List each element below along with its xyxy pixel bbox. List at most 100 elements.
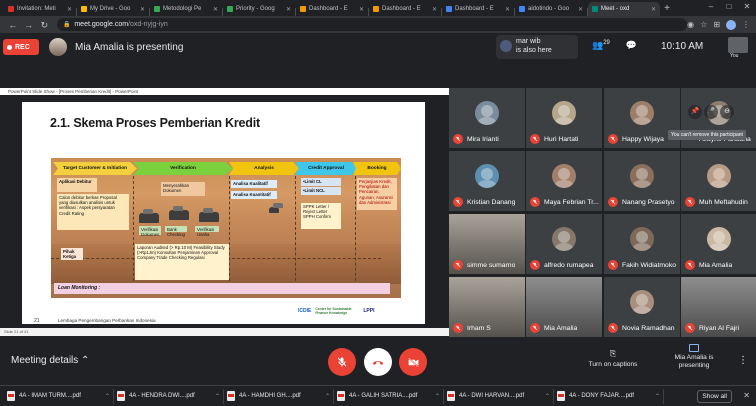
participant-tile[interactable]: Novia Ramadhan [604,277,680,337]
slideshow-status-bar: Slide 21 of 41 [0,328,449,336]
reload-icon[interactable]: ↻ [38,18,52,32]
participant-tile[interactable]: simme sumarno [449,214,525,274]
extensions-icon[interactable]: ⊞ [713,20,720,29]
camera-permission-icon[interactable]: ◉ [687,20,694,29]
browser-tab-strip: Invitation: Meti ✕ My Drive - Goo ✕ Metodolo… [0,0,756,16]
download-options-icon[interactable]: ⌃ [215,393,220,400]
truck-illustration [199,208,219,222]
participant-name: Mia Amalia [699,262,733,269]
download-item[interactable]: 4A - GALIH SATRIA....pdf ⌃ [334,388,444,404]
truck-illustration [269,203,283,213]
tab-close-icon[interactable]: ✕ [651,6,656,13]
participant-name: Huri Hartati [544,136,579,143]
diagram-column-line [355,176,356,286]
leave-call-button[interactable] [364,348,392,376]
participant-avatar [630,227,654,251]
participant-tile[interactable]: Mia Amalia [526,277,602,337]
pin-icon[interactable]: 📌 [688,105,702,119]
browser-tab[interactable]: Invitation: Meti ✕ [4,2,76,16]
participant-avatar [552,227,576,251]
chat-icon[interactable]: 💬 [626,40,637,51]
participant-tile[interactable]: Huri Hartati [526,88,602,148]
remove-participant-icon[interactable]: ⊖ [720,105,734,119]
tab-close-icon[interactable]: ✕ [359,6,364,13]
tab-close-icon[interactable]: ✕ [432,6,437,13]
logo-icdie: ICDIE [298,308,312,314]
microphone-toggle-button[interactable] [328,348,356,376]
captions-button[interactable]: ⎘ Turn on captions [585,349,641,368]
participant-tile[interactable]: Riyan Al Fajri [681,277,756,337]
close-window-icon[interactable]: ✕ [738,0,756,14]
download-item[interactable]: 4A - DWI HARVAN....pdf ⌃ [444,388,554,404]
tab-close-icon[interactable]: ✕ [140,6,145,13]
participant-tile[interactable]: Fakih Widiatmoko [604,214,680,274]
join-notification[interactable]: mar wib is also here [496,35,578,59]
browser-tab[interactable]: Dashboard - E ✕ [442,2,514,16]
browser-tab[interactable]: Meet - oxd ✕ [588,2,660,16]
download-options-icon[interactable]: ⌃ [105,393,110,400]
mute-participant-icon[interactable]: 🎤 [704,105,718,119]
muted-mic-icon [608,260,618,270]
tab-close-icon[interactable]: ✕ [67,6,72,13]
tab-close-icon[interactable]: ✕ [578,6,583,13]
maximize-icon[interactable]: □ [720,0,738,14]
show-all-button[interactable]: Show all [697,389,732,403]
tab-close-icon[interactable]: ✕ [213,6,218,13]
browser-tab[interactable]: Priority - Goog ✕ [223,2,295,16]
tab-label: aidotindo - Goo [528,6,570,12]
url-field[interactable]: 🔒 meet.google.com/oxd-nyjg-iyn [57,18,688,31]
self-view-thumbnail[interactable] [728,37,748,53]
participant-name: alfredo rumapea [544,262,594,269]
muted-mic-icon [453,260,463,270]
participant-avatar [552,101,576,125]
tooltip: You can't remove this participant [668,130,746,140]
download-options-icon[interactable]: ⌃ [655,393,660,400]
participant-tile[interactable]: Nanang Prasetyo [604,151,680,211]
notification-name: mar wib [516,38,541,45]
participant-tile[interactable]: alfredo rumapea [526,214,602,274]
profile-avatar[interactable] [726,19,737,30]
participant-avatar [707,164,731,188]
download-item[interactable]: 4A - IMAM TURM....pdf ⌃ [4,388,114,404]
participant-name: Mira Irianti [467,136,499,143]
download-options-icon[interactable]: ⌃ [325,393,330,400]
meeting-details-button[interactable]: Meeting details ⌃ [11,355,89,366]
participant-tile[interactable]: Mira Irianti [449,88,525,148]
browser-tab[interactable]: Dashboard - E ✕ [296,2,368,16]
participant-tile[interactable]: Maya Febrian Tr... [526,151,602,211]
more-options-icon[interactable]: ⋮ [738,355,748,366]
people-button[interactable]: 👥29 [592,40,610,51]
presenting-button[interactable]: Mia Amalia is presenting [666,344,722,370]
pdf-file-icon [117,391,125,401]
download-options-icon[interactable]: ⌃ [545,393,550,400]
tab-favicon-icon [446,6,452,12]
browser-tab[interactable]: My Drive - Goo ✕ [77,2,149,16]
bookmark-star-icon[interactable]: ☆ [700,20,707,29]
back-icon[interactable]: ← [6,18,20,32]
box-laporan-list: Laporan Audited (> Rp.10 M) Feasibility … [135,244,229,280]
new-tab-icon[interactable]: + [660,2,674,16]
stage-arrow: Verification [133,162,233,175]
browser-tab[interactable]: Dashboard - E ✕ [369,2,441,16]
browser-tab[interactable]: Metodologi Pe ✕ [150,2,222,16]
download-item[interactable]: 4A - HENDRA DWI....pdf ⌃ [114,388,224,404]
download-filename: 4A - HAMDHI GH....pdf [239,393,301,399]
browser-tab[interactable]: aidotindo - Goo ✕ [515,2,587,16]
download-item[interactable]: 4A - DONY FAJAR....pdf ⌃ [554,388,664,404]
download-options-icon[interactable]: ⌃ [435,393,440,400]
download-filename: 4A - IMAM TURM....pdf [19,393,81,399]
participant-tile[interactable]: Mia Amalia [681,214,756,274]
tab-close-icon[interactable]: ✕ [286,6,291,13]
camera-toggle-button[interactable] [399,348,427,376]
hangup-icon [372,360,384,365]
participant-tile[interactable]: Kristian Danang [449,151,525,211]
participant-tile[interactable]: Irham S [449,277,525,337]
minimize-icon[interactable]: – [702,0,720,14]
forward-icon[interactable]: → [22,18,36,32]
participant-tile[interactable]: Muh Meftahudin [681,151,756,211]
download-item[interactable]: 4A - HAMDHI GH....pdf ⌃ [224,388,334,404]
tab-close-icon[interactable]: ✕ [505,6,510,13]
menu-kebab-icon[interactable]: ⋮ [742,20,750,29]
address-bar-row: ← → ↻ 🔒 meet.google.com/oxd-nyjg-iyn ◉ ☆… [0,16,756,33]
close-downloads-icon[interactable]: ✕ [743,391,750,400]
